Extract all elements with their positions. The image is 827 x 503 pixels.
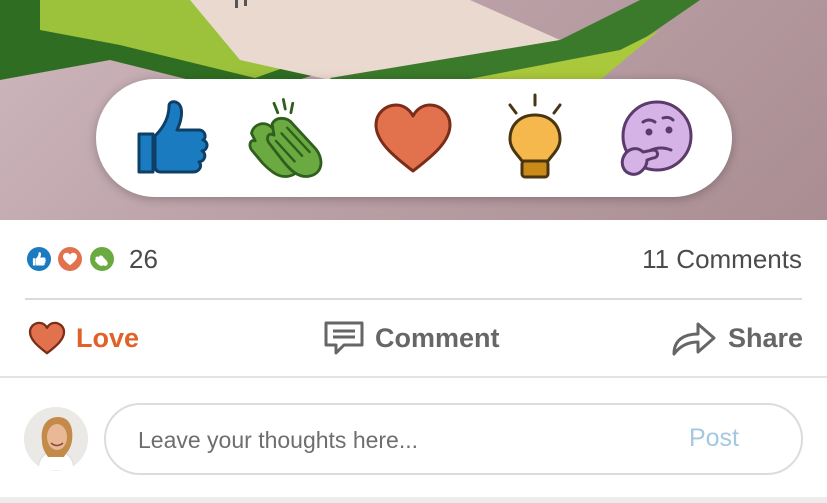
bottom-band bbox=[0, 497, 827, 503]
clapping-hands-icon bbox=[88, 245, 116, 273]
reaction-love-button[interactable] bbox=[368, 93, 458, 183]
love-label: Love bbox=[76, 322, 140, 353]
clapping-hands-icon bbox=[248, 98, 323, 178]
reaction-count[interactable]: 26 bbox=[129, 244, 158, 275]
comment-button[interactable]: Comment bbox=[323, 318, 500, 358]
thinking-face-icon bbox=[620, 100, 693, 176]
comment-composer: Post bbox=[104, 403, 803, 475]
share-button[interactable]: Share bbox=[670, 318, 803, 358]
reaction-celebrate-button[interactable] bbox=[244, 93, 334, 183]
comment-icon bbox=[324, 321, 364, 355]
love-button[interactable]: Love bbox=[28, 318, 139, 358]
reaction-like-button[interactable] bbox=[126, 93, 216, 183]
thumbs-up-icon bbox=[25, 245, 53, 273]
user-avatar[interactable] bbox=[24, 407, 88, 471]
reaction-stats: 26 11 Comments bbox=[0, 220, 827, 298]
heart-icon bbox=[374, 103, 452, 173]
thumbs-up-icon bbox=[137, 100, 209, 174]
post-actions: Love Comment Share bbox=[0, 300, 827, 376]
reaction-picker bbox=[96, 79, 732, 197]
share-label: Share bbox=[728, 322, 804, 353]
reaction-insightful-button[interactable] bbox=[490, 93, 580, 183]
comments-count-link[interactable]: 11 Comments bbox=[642, 244, 802, 275]
heart-icon bbox=[28, 321, 66, 355]
reaction-curious-button[interactable] bbox=[610, 93, 700, 183]
comment-label: Comment bbox=[375, 322, 500, 353]
post-button[interactable]: Post bbox=[689, 424, 739, 453]
heart-icon bbox=[56, 245, 84, 273]
lightbulb-icon bbox=[508, 93, 562, 179]
divider bbox=[0, 376, 827, 378]
comment-input[interactable] bbox=[136, 405, 660, 475]
share-arrow-icon bbox=[672, 322, 716, 356]
